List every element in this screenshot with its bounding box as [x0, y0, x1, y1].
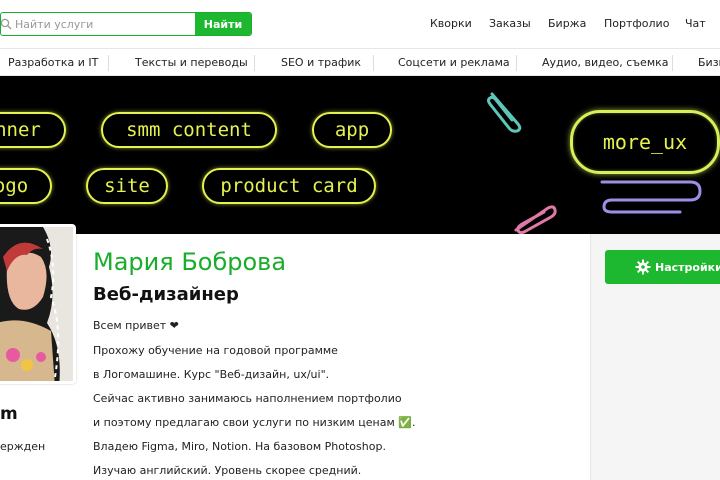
category-divider: [254, 55, 255, 71]
bio-line: в Логомашине. Курс "Веб-дизайн, ux/ui".: [93, 368, 330, 381]
profile-settings-button[interactable]: Настройки п: [605, 250, 720, 284]
bio-line: Изучаю английский. Уровень скорее средни…: [93, 464, 362, 477]
nav-exchange[interactable]: Биржа: [548, 17, 586, 30]
banner-pill-app: app: [312, 112, 392, 148]
verification-status: ержден: [0, 440, 46, 453]
category-bar: Разработка и IT Тексты и переводы SEO и …: [0, 48, 720, 76]
profile-cover-banner: nner smm content app ogo site product ca…: [0, 76, 720, 234]
search-button[interactable]: Найти: [195, 13, 251, 35]
category-seo[interactable]: SEO и трафик: [281, 56, 361, 69]
profile-side-label: m: [0, 404, 18, 424]
gear-icon: [635, 259, 651, 275]
profile-role: Веб-дизайнер: [93, 284, 239, 305]
search-bar: Найти: [0, 12, 252, 36]
banner-pill-more-ux: more_ux: [570, 110, 720, 174]
category-texts[interactable]: Тексты и переводы: [135, 56, 248, 69]
category-business[interactable]: Бизн: [698, 56, 720, 69]
banner-pill-product-card: product card: [202, 168, 376, 204]
settings-button-label: Настройки п: [655, 260, 720, 274]
category-divider: [516, 55, 517, 71]
search-icon: [1, 17, 13, 31]
bio-line: Прохожу обучение на годовой программе: [93, 344, 338, 357]
nav-kworks[interactable]: Кворки: [430, 17, 472, 30]
bio-line: и поэтому предлагаю свои услуги по низки…: [93, 416, 416, 429]
category-audio-video[interactable]: Аудио, видео, съемка: [542, 56, 669, 69]
category-divider: [108, 55, 109, 71]
profile-name: Мария Боброва: [93, 248, 287, 276]
top-bar: Найти Кворки Заказы Биржа Портфолио Чат: [0, 0, 720, 48]
category-dev-it[interactable]: Разработка и IT: [8, 56, 98, 69]
search-input[interactable]: [15, 17, 185, 31]
category-divider: [672, 55, 673, 71]
bio-line: Владею Figma, Miro, Notion. На базовом P…: [93, 440, 386, 453]
category-social[interactable]: Соцсети и реклама: [398, 56, 510, 69]
paperclip-icon: [487, 92, 522, 133]
nav-portfolio[interactable]: Портфолио: [604, 17, 669, 30]
banner-pill-logo: ogo: [0, 168, 52, 204]
paperclip-icon: [514, 205, 557, 234]
bio-line: Сейчас активно занимаюсь наполнением пор…: [93, 392, 402, 405]
bio-line: Всем привет ❤: [93, 319, 179, 332]
category-divider: [373, 55, 374, 71]
banner-pill-site: site: [86, 168, 168, 204]
avatar: [0, 224, 76, 384]
banner-pill-smm: smm content: [101, 112, 277, 148]
banner-pill-banner: nner: [0, 112, 66, 148]
nav-chat[interactable]: Чат: [685, 17, 706, 30]
search-field[interactable]: [1, 13, 195, 35]
paperclip-icon: [600, 180, 702, 214]
nav-orders[interactable]: Заказы: [489, 17, 531, 30]
